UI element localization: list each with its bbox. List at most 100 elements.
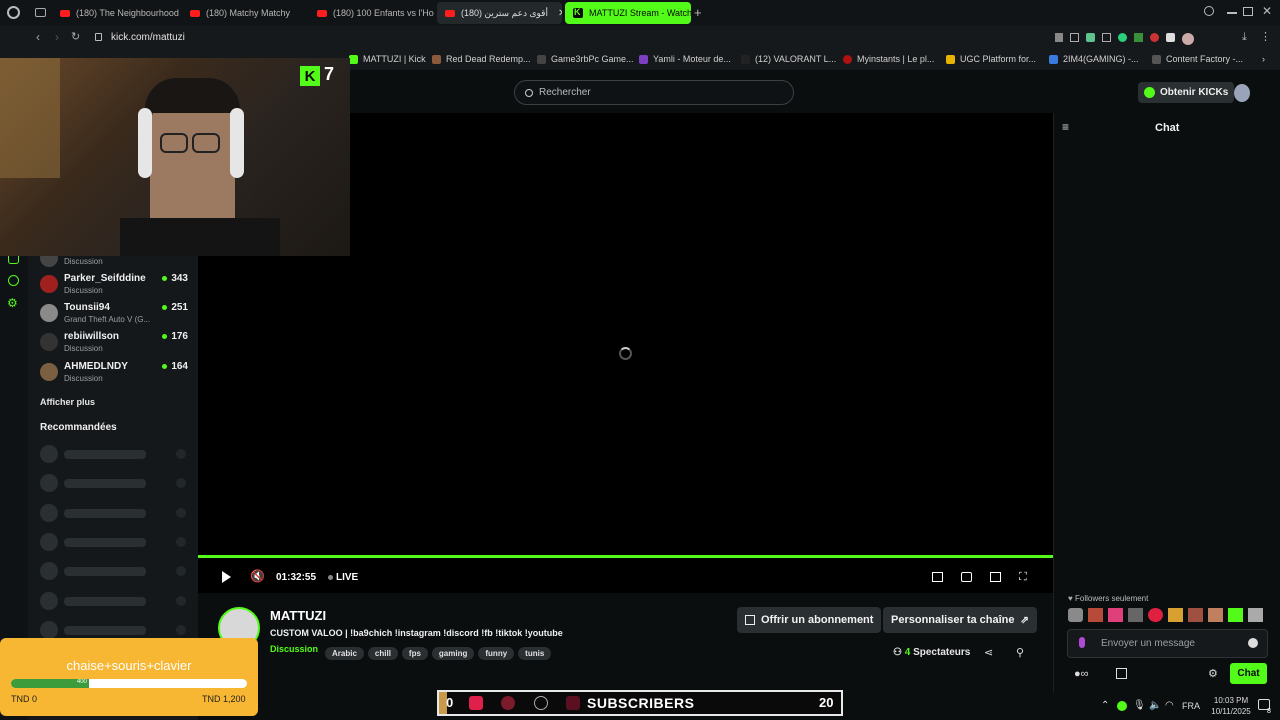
followers-only-notice: ♥ Followers seulement (1068, 594, 1149, 603)
minimize-icon[interactable] (1227, 12, 1237, 14)
clock-date[interactable]: 10/11/2025 (1203, 707, 1259, 716)
viewer-count: 343 (162, 273, 188, 284)
bookmark[interactable]: Red Dead Redemp... (432, 54, 531, 64)
goal-progress-fill: 400 (11, 679, 89, 688)
clip-icon[interactable] (961, 572, 972, 582)
more-bookmarks-icon[interactable]: › (1262, 54, 1265, 64)
play-icon[interactable] (222, 571, 231, 583)
clock-time[interactable]: 10:03 PM (1203, 696, 1259, 705)
stream-category-link[interactable]: Discussion (270, 644, 318, 654)
yamli-icon (639, 54, 648, 64)
streamer-hair (145, 78, 240, 113)
restore-icon[interactable] (1243, 7, 1253, 16)
pip-icon[interactable] (932, 572, 943, 582)
live-badge: LIVE (328, 572, 358, 583)
site-icon (537, 54, 546, 64)
chat-settings-icon[interactable]: ⚙ (1208, 667, 1218, 680)
bookmark[interactable]: UGC Platform for... (946, 54, 1036, 64)
extension-icons[interactable] (1055, 33, 1225, 45)
app-tray-icon[interactable] (1117, 701, 1127, 711)
bookmark[interactable]: Myinstants | Le pl... (843, 54, 934, 64)
external-link-icon: ⇗ (1020, 614, 1029, 626)
customize-channel-button[interactable]: Personnaliser ta chaîne ⇗ (883, 607, 1037, 633)
fullscreen-icon[interactable]: ⛶ (1019, 571, 1027, 584)
browser-tab-active[interactable]: MATTUZI Stream - Watch (565, 2, 691, 24)
url-field[interactable]: kick.com/mattuzi (111, 32, 185, 43)
settings-gear-icon[interactable]: ⚙ (7, 296, 18, 310)
search-input[interactable]: Rechercher (514, 80, 794, 105)
bookmark[interactable]: 2IM4(GAMING) -... (1049, 54, 1139, 64)
tag-list: Arabic chill fps gaming funny tunis (325, 643, 555, 661)
sidebar-channel[interactable]: rebiiwillson Discussion 176 (40, 331, 190, 359)
channel-name[interactable]: MATTUZI (270, 608, 326, 623)
green-nav-icon[interactable] (8, 275, 19, 286)
collapse-chat-icon[interactable]: ≡ (1062, 120, 1069, 134)
app-icon (566, 696, 580, 710)
subscribers-widget: 0 SUBSCRIBERS 20 (437, 690, 843, 716)
back-arrow-icon[interactable]: ‹ (36, 30, 40, 44)
sidebar-channel[interactable]: AHMEDLNDY Discussion 164 (40, 361, 190, 389)
new-tab-button[interactable]: + (694, 5, 702, 20)
theater-mode-icon[interactable] (990, 572, 1001, 582)
headphones-right (230, 108, 244, 178)
show-more-link[interactable]: Afficher plus (40, 397, 95, 407)
volume-icon[interactable]: 🔈 (1149, 700, 1161, 711)
reload-icon[interactable]: ↻ (71, 30, 80, 43)
bookmark[interactable]: Yamli - Moteur de... (639, 54, 731, 64)
avatar (40, 363, 58, 381)
microphone-icon[interactable] (1079, 637, 1085, 648)
tray-chevron-icon[interactable]: ⌃ (1101, 700, 1109, 711)
youtube-icon (190, 9, 200, 17)
tag-pill[interactable]: fps (401, 647, 428, 660)
forward-arrow-icon[interactable]: › (55, 30, 59, 44)
skeleton-row (40, 474, 190, 494)
video-progress-bar[interactable] (198, 555, 1053, 558)
lock-icon (95, 33, 102, 41)
tag-pill[interactable]: funny (478, 647, 515, 660)
tag-pill[interactable]: tunis (518, 647, 552, 660)
emoji-icon[interactable] (1248, 638, 1258, 648)
channel-name: rebiiwillson (64, 331, 120, 342)
microphone-tray-icon[interactable]: 🎙 (1133, 700, 1146, 711)
stream-time: 01:32:55 (276, 572, 317, 583)
gift-subscription-button[interactable]: Offrir un abonnement (737, 607, 882, 633)
browser-tab[interactable]: (180) Matchy Matchy (182, 2, 307, 24)
get-kicks-button[interactable]: Obtenir KICKs (1138, 82, 1235, 103)
tag-pill[interactable]: Arabic (325, 647, 364, 660)
language-indicator[interactable]: FRA (1182, 701, 1200, 711)
share-icon[interactable]: ⋖ (984, 646, 993, 659)
bookmark[interactable]: Content Factory -... (1152, 54, 1243, 64)
sidebar-channel[interactable]: Tounsii94 Grand Theft Auto V (G... 251 (40, 302, 190, 330)
browser-tab[interactable]: (180) أقوى دعم سترين✕ (437, 2, 562, 24)
points-icon[interactable]: ●∞ (1074, 668, 1089, 680)
webcam-overlay: K 7 (0, 58, 350, 256)
bookmark[interactable]: (12) VALORANT L... (741, 54, 836, 64)
tab-overview-icon[interactable] (35, 8, 46, 17)
system-tray: ⌃ 🎙 🔈 ◠ FRA 10:03 PM 10/11/2025 8 (1095, 693, 1280, 720)
send-chat-button[interactable]: Chat (1230, 663, 1267, 684)
sidebar-channel[interactable]: Parker_Seifddine Discussion 343 (40, 273, 190, 301)
close-window-icon[interactable]: ✕ (1262, 4, 1272, 18)
bookmark[interactable]: Game3rbPc Game... (537, 54, 634, 64)
browser-tab[interactable]: (180) 100 Enfants vs l'Ho (309, 2, 434, 24)
downloads-icon[interactable]: ⤓ (1242, 31, 1247, 44)
tag-pill[interactable]: chill (367, 647, 398, 660)
tag-pill[interactable]: gaming (431, 647, 475, 660)
search-tabs-icon[interactable] (1204, 6, 1214, 16)
report-user-icon[interactable]: ⚲ (1016, 646, 1024, 659)
glasses-right (192, 133, 220, 153)
viewer-counter: ⚇ 4 Spectateurs (893, 647, 971, 658)
muted-volume-icon[interactable]: 🔇 (250, 569, 265, 583)
chat-message-input[interactable]: Envoyer un message (1067, 629, 1268, 658)
menu-icon[interactable]: ⋮ (1260, 30, 1271, 43)
game-icon (432, 54, 441, 64)
user-avatar[interactable] (1234, 84, 1250, 102)
browser-logo-icon[interactable] (7, 6, 20, 19)
wifi-icon[interactable]: ◠ (1165, 700, 1174, 711)
browser-tab[interactable]: (180) The Neighbourhood (52, 2, 180, 24)
close-tab-icon[interactable]: ✕ (558, 8, 562, 19)
store-icon[interactable] (1116, 668, 1127, 679)
channel-category: Grand Theft Auto V (G... (64, 315, 151, 324)
emote-row[interactable] (1068, 608, 1268, 624)
bookmark[interactable]: MATTUZI | Kick (349, 54, 426, 64)
